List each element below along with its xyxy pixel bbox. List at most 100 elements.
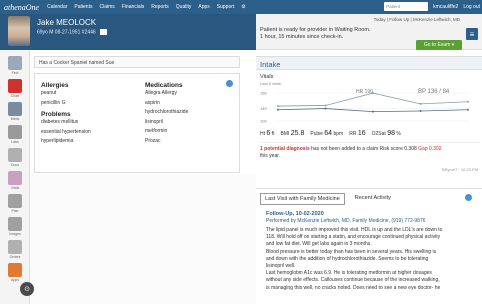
intake-panel: Intake Vitals Last 5 visits 190 140 100 HR … xyxy=(256,50,482,174)
bp-series-point[interactable] xyxy=(372,110,374,113)
assistant-fab-icon[interactable]: ⊙ xyxy=(20,282,34,296)
hr-series-point[interactable] xyxy=(419,102,422,105)
hr-series-point[interactable] xyxy=(324,104,327,107)
visit-note-author: Performed by McKenzie Leftwich, MD, Fami… xyxy=(266,218,426,224)
vital-pulse[interactable]: Pulse 64 bpm xyxy=(310,130,344,137)
vital-label: O2Sat xyxy=(371,131,388,137)
sidebar-item-vitals[interactable]: Vitals xyxy=(3,171,27,190)
sidebar-item-label: Images xyxy=(9,232,21,236)
bp-series-point[interactable] xyxy=(467,108,469,111)
encounter-info: Today | Follow Up | McKenzie Leftwich, M… xyxy=(373,17,460,22)
medication-item[interactable]: lisinopril xyxy=(145,118,188,128)
tab-recent-activity[interactable]: Recent Activity xyxy=(351,193,395,205)
allergy-item[interactable]: peanut xyxy=(41,89,91,99)
building-icon xyxy=(8,194,22,208)
sidebar-item-chart[interactable]: Chart xyxy=(3,79,27,98)
brand-logo[interactable]: athenaOne xyxy=(4,3,39,12)
alert-bold[interactable]: 1 potential diagnosis xyxy=(260,146,310,152)
medication-item[interactable]: Allegra Allergy xyxy=(145,89,188,99)
id-card-icon[interactable] xyxy=(100,29,108,35)
sidebar-item-label: Chart xyxy=(10,94,20,98)
chart-y-tick: 140 xyxy=(260,106,267,111)
medications-heading[interactable]: Medications xyxy=(145,82,188,89)
lists-gear-icon[interactable] xyxy=(226,80,233,87)
problems-heading[interactable]: Problems xyxy=(41,111,91,118)
vital-ht[interactable]: Ht 6 ft xyxy=(260,130,275,137)
patient-search-input[interactable]: Patient xyxy=(384,2,429,11)
visit-note-title[interactable]: Follow-Up, 10-02-2020 xyxy=(266,211,324,217)
vital-label: Pulse xyxy=(310,131,325,137)
tab-last-visit[interactable]: Last Visit with Family Medicine xyxy=(260,193,345,205)
top-nav: athenaOne Calendar Patients Claims Finan… xyxy=(0,0,482,14)
alert-text: has not been added to a claim xyxy=(309,146,379,152)
search-icon xyxy=(8,56,22,70)
sidebar-item-apps[interactable]: Apps xyxy=(3,263,27,282)
settings-gear-icon[interactable]: ⚙ xyxy=(241,4,245,10)
go-to-exam-button[interactable]: Go to Exam ▾ xyxy=(416,40,462,50)
nav-quality[interactable]: Quality xyxy=(176,4,192,10)
beaker-icon xyxy=(8,125,22,139)
medication-item[interactable]: aspirin xyxy=(145,99,188,109)
note-line: The lipid panel is much improved this vi… xyxy=(266,227,443,233)
patient-name[interactable]: Jake MEOLOCK xyxy=(37,18,96,27)
vital-value: 25.8 xyxy=(290,130,305,137)
nav-financials[interactable]: Financials xyxy=(122,4,145,10)
user-name[interactable]: kmcauliffe2 xyxy=(433,4,458,10)
vital-unit: ft xyxy=(270,131,275,137)
sidebar-item-orders[interactable]: Orders xyxy=(3,240,27,259)
bp-series-point[interactable] xyxy=(324,107,327,110)
vital-rr[interactable]: RR 16 xyxy=(349,130,366,137)
sidebar-item-find[interactable]: Find xyxy=(3,56,27,75)
nav-reports[interactable]: Reports xyxy=(151,4,169,10)
medication-item[interactable]: Prozac xyxy=(145,137,188,147)
patient-note[interactable]: Has a Cocker Spaniel named Sue xyxy=(34,56,240,68)
vital-unit: bpm xyxy=(332,131,344,137)
vital-value: 16 xyxy=(357,130,366,137)
medication-item[interactable]: metformin xyxy=(145,127,188,137)
vital-value: 98 xyxy=(387,130,395,137)
nav-claims[interactable]: Claims xyxy=(99,4,114,10)
allergies-heading[interactable]: Allergies xyxy=(41,82,91,89)
problem-item[interactable]: diabetes mellitus xyxy=(41,118,91,128)
vital-o2sat[interactable]: O2Sat 98 % xyxy=(371,130,401,137)
visit-gear-icon[interactable] xyxy=(465,194,472,201)
note-line: and low fat diet. Will get labs again in… xyxy=(266,241,372,248)
patient-search-placeholder: Patient xyxy=(386,4,401,9)
empty-panel-area xyxy=(30,174,256,304)
problem-item[interactable]: essential hypertension xyxy=(41,128,91,138)
bp-series-point[interactable] xyxy=(277,108,279,111)
menu-icon[interactable]: ≡ xyxy=(466,28,478,40)
logout-link[interactable]: Log out xyxy=(463,4,480,10)
sidebar-item-label: Plan xyxy=(11,209,19,213)
nav-calendar[interactable]: Calendar xyxy=(47,4,67,10)
problem-item[interactable]: hyperlipidemia xyxy=(41,137,91,147)
bp-series-point[interactable] xyxy=(419,110,422,113)
allergy-item[interactable]: penicillin G xyxy=(41,99,91,109)
status-message-line2: 1 hour, 15 minutes since check-in. xyxy=(260,34,344,40)
sidebar-item-docs[interactable]: Docs xyxy=(3,148,27,167)
sidebar-item-images[interactable]: Images xyxy=(3,217,27,236)
sidebar-item-plan[interactable]: Plan xyxy=(3,194,27,213)
nav-patients[interactable]: Patients xyxy=(74,4,92,10)
visit-note-body: The lipid panel is much improved this vi… xyxy=(266,227,476,292)
nav-support[interactable]: Support xyxy=(217,4,235,10)
nav-apps[interactable]: Apps xyxy=(198,4,209,10)
clinical-lists-card: Allergies peanut penicillin G Problems d… xyxy=(34,73,240,173)
hr-series-line xyxy=(277,92,469,107)
status-message: Patient is ready for provider in Waiting… xyxy=(260,27,370,41)
left-sidebar: Find Chart Meds Labs Docs Vitals Plan Images Ord… xyxy=(0,50,30,304)
hr-series-point[interactable] xyxy=(467,100,469,103)
patient-avatar[interactable] xyxy=(8,16,30,46)
vitals-chart[interactable]: 190 140 100 HR 190 BP 136 / 84 xyxy=(260,86,474,126)
list-icon xyxy=(8,240,22,254)
sidebar-item-meds[interactable]: Meds xyxy=(3,102,27,121)
hr-series-point[interactable] xyxy=(277,105,279,108)
status-message-line1: Patient is ready for provider in Waiting… xyxy=(260,27,371,33)
allergies-problems-column: Allergies peanut penicillin G Problems d… xyxy=(41,82,91,147)
medication-item[interactable]: hydrochlorothiazide xyxy=(145,108,188,118)
diagnosis-alert[interactable]: 1 potential diagnosis has not been added… xyxy=(260,142,480,164)
vital-bmi[interactable]: BMI 25.8 xyxy=(280,130,305,137)
visit-tabs: Last Visit with Family Medicine Recent A… xyxy=(260,193,395,205)
sidebar-item-labs[interactable]: Labs xyxy=(3,125,27,144)
intake-header: Intake xyxy=(256,56,482,70)
